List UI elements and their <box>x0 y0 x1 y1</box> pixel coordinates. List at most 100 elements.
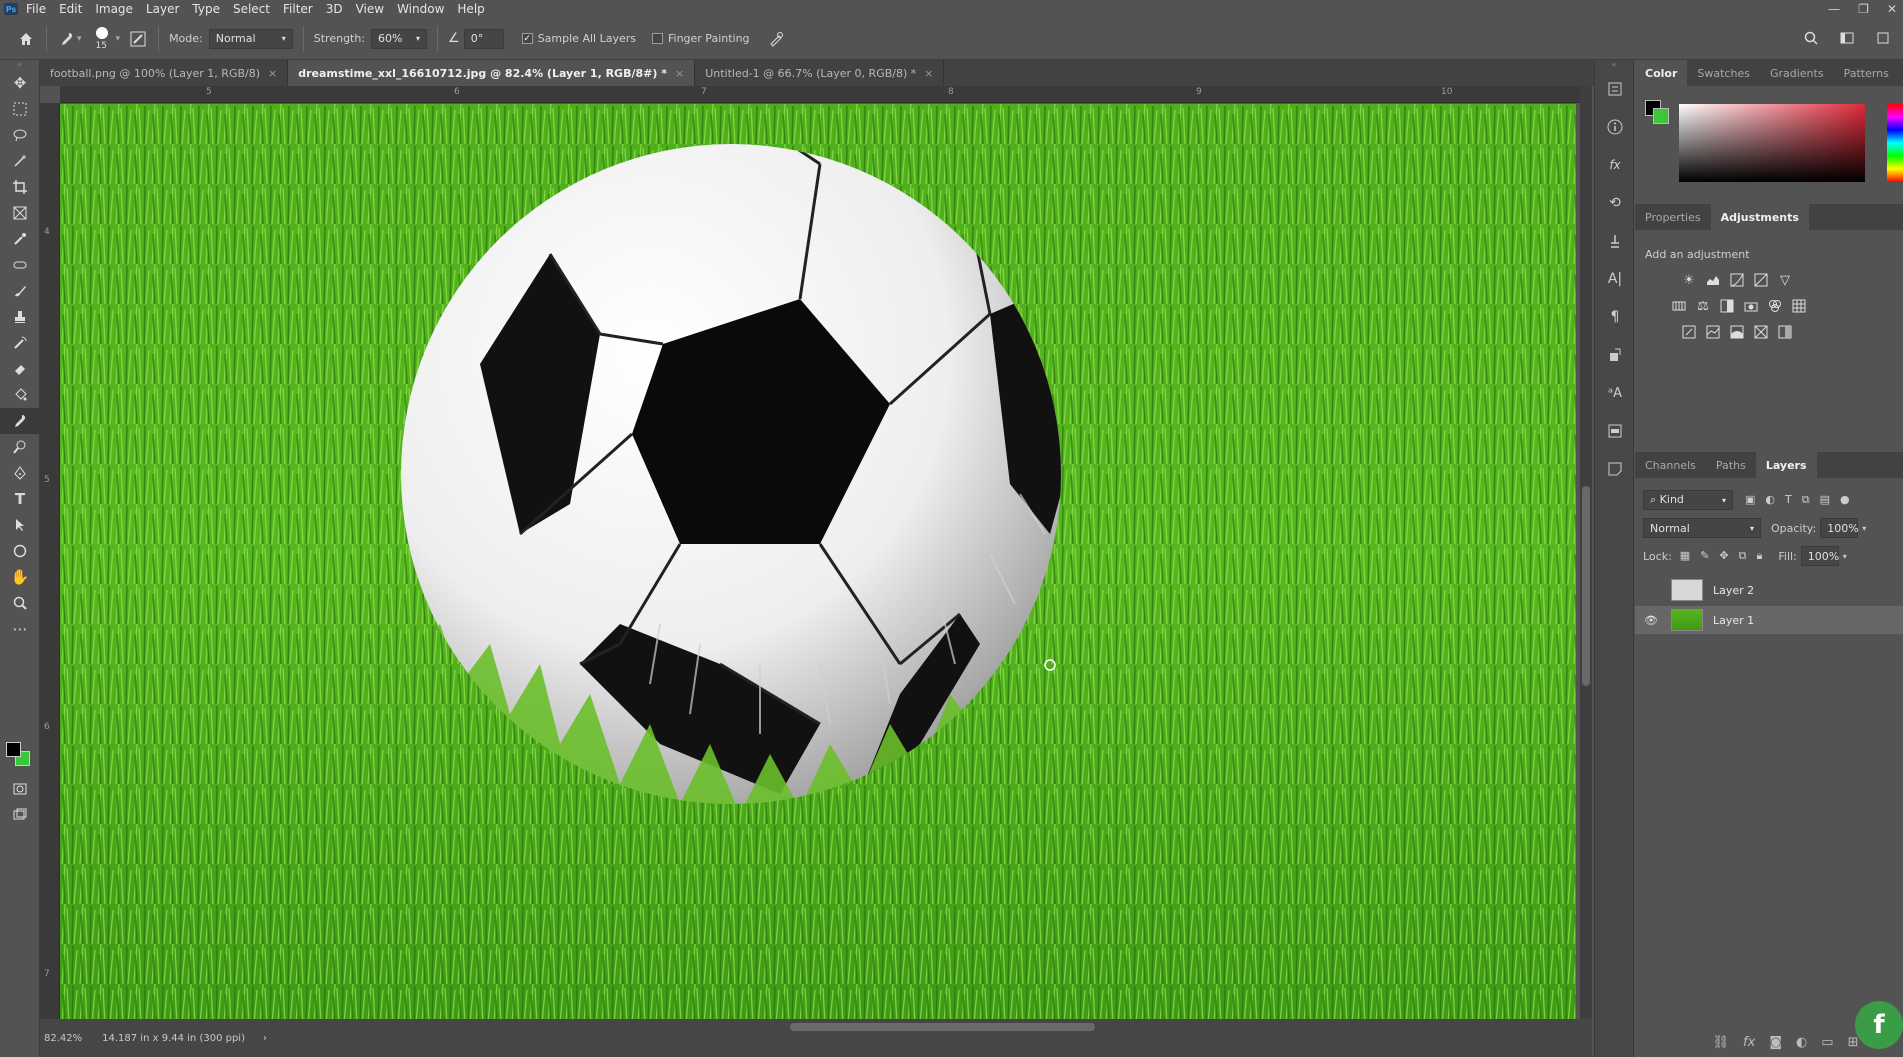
search-icon[interactable] <box>1801 28 1821 48</box>
home-icon[interactable] <box>16 29 36 49</box>
background-color-chip[interactable] <box>1653 108 1669 124</box>
lock-all-icon[interactable]: 🔒︎ <box>1757 549 1763 563</box>
chevron-down-icon[interactable]: ▾ <box>1843 552 1847 561</box>
blend-mode-select[interactable]: Normal ▾ <box>1643 518 1761 538</box>
navigator-panel-icon[interactable] <box>1595 412 1635 450</box>
tab-football[interactable]: football.png @ 100% (Layer 1, RGB/8) × <box>40 60 289 86</box>
chevron-down-icon[interactable]: ▾ <box>77 34 82 44</box>
filter-toggle-icon[interactable]: ● <box>1840 493 1850 507</box>
dock-collapse-icon[interactable]: « <box>1595 60 1633 70</box>
foreground-color-swatch[interactable] <box>6 742 21 757</box>
vertical-scrollbar[interactable] <box>1580 86 1592 1021</box>
invert-icon[interactable] <box>1681 324 1697 340</box>
hue-slider[interactable] <box>1887 104 1903 182</box>
close-tab-icon[interactable]: × <box>924 67 933 80</box>
angle-field[interactable]: 0° <box>463 28 504 49</box>
marquee-tool-icon[interactable] <box>0 96 40 122</box>
hue-saturation-icon[interactable] <box>1671 298 1687 314</box>
layer-row[interactable]: 👁︎ Layer 1 <box>1635 606 1903 634</box>
clone-stamp-tool-icon[interactable] <box>0 304 40 330</box>
type-tool-icon[interactable]: T <box>0 486 40 512</box>
smudge-tool-icon[interactable] <box>0 408 40 434</box>
fill-field[interactable]: 100% <box>1800 546 1839 566</box>
opacity-field[interactable]: 100% <box>1820 518 1859 538</box>
strength-field[interactable]: 60% ▾ <box>371 28 428 49</box>
pressure-icon[interactable] <box>766 29 786 49</box>
menu-edit[interactable]: Edit <box>59 2 82 16</box>
scrollbar-thumb[interactable] <box>1582 486 1590 686</box>
threshold-icon[interactable] <box>1729 324 1745 340</box>
lock-position-icon[interactable]: ✥ <box>1719 549 1728 563</box>
lasso-tool-icon[interactable] <box>0 122 40 148</box>
photo-filter-icon[interactable] <box>1743 298 1759 314</box>
brush-tool-icon[interactable] <box>0 278 40 304</box>
share-icon[interactable] <box>1873 28 1893 48</box>
color-lookup-icon[interactable] <box>1791 298 1807 314</box>
menu-view[interactable]: View <box>356 2 384 16</box>
chevron-down-icon[interactable]: ▾ <box>116 34 121 44</box>
move-tool-icon[interactable]: ✥ <box>0 70 40 96</box>
menu-type[interactable]: Type <box>192 2 220 16</box>
more-tools-icon[interactable]: ⋯ <box>0 616 40 642</box>
color-balance-icon[interactable]: ⚖ <box>1695 298 1711 314</box>
document-canvas[interactable] <box>60 104 1576 1019</box>
close-tab-icon[interactable]: × <box>675 67 684 80</box>
menu-help[interactable]: Help <box>457 2 484 16</box>
vibrance-icon[interactable]: ▽ <box>1777 272 1793 288</box>
toolbar-collapse-icon[interactable]: » <box>0 60 39 70</box>
tab-dreamstime[interactable]: dreamstime_xxl_16610712.jpg @ 82.4% (Lay… <box>288 60 696 86</box>
filter-pixel-icon[interactable]: ▣ <box>1745 493 1755 507</box>
link-layers-icon[interactable]: ⛓ <box>1713 1035 1730 1050</box>
layer-row[interactable]: Layer 2 <box>1635 576 1903 604</box>
zoom-tool-icon[interactable] <box>0 590 40 616</box>
tab-adjustments[interactable]: Adjustments <box>1710 204 1809 230</box>
brush-preset-picker[interactable]: 15 <box>90 24 114 54</box>
crop-tool-icon[interactable] <box>0 174 40 200</box>
libraries-panel-icon[interactable] <box>1595 222 1635 260</box>
workspace-icon[interactable] <box>1837 28 1857 48</box>
paint-bucket-tool-icon[interactable] <box>0 382 40 408</box>
menu-select[interactable]: Select <box>233 2 270 16</box>
pen-tool-icon[interactable] <box>0 460 40 486</box>
character-panel-icon[interactable]: A| <box>1595 260 1635 298</box>
menu-window[interactable]: Window <box>397 2 444 16</box>
tab-color[interactable]: Color <box>1635 60 1688 86</box>
styles-panel-icon[interactable]: fx <box>1595 146 1635 184</box>
finger-painting-checkbox[interactable] <box>651 33 663 44</box>
minimize-button[interactable]: — <box>1828 2 1840 16</box>
eyedropper-tool-icon[interactable] <box>0 226 40 252</box>
quick-mask-icon[interactable] <box>0 776 40 802</box>
brightness-contrast-icon[interactable]: ☀ <box>1681 272 1697 288</box>
filter-type-icon[interactable]: T <box>1785 493 1792 507</box>
tab-channels[interactable]: Channels <box>1635 452 1706 478</box>
curves-icon[interactable] <box>1729 272 1745 288</box>
tab-untitled[interactable]: Untitled-1 @ 66.7% (Layer 0, RGB/8) * × <box>695 60 945 86</box>
new-adjustment-layer-icon[interactable]: ◐ <box>1796 1035 1807 1050</box>
new-group-icon[interactable]: ▭ <box>1821 1035 1833 1050</box>
channel-mixer-icon[interactable] <box>1767 298 1783 314</box>
gradient-map-icon[interactable] <box>1777 324 1793 340</box>
menu-file[interactable]: File <box>26 2 46 16</box>
tab-paths[interactable]: Paths <box>1706 452 1756 478</box>
magic-wand-tool-icon[interactable] <box>0 148 40 174</box>
levels-icon[interactable] <box>1705 272 1721 288</box>
menu-3d[interactable]: 3D <box>326 2 343 16</box>
horizontal-scrollbar-thumb[interactable] <box>790 1023 1095 1031</box>
filter-shape-icon[interactable]: ⧉ <box>1802 493 1810 507</box>
menu-layer[interactable]: Layer <box>146 2 179 16</box>
layer-filter-kind-select[interactable]: ⌕ Kind ▾ <box>1643 490 1733 510</box>
eraser-tool-icon[interactable] <box>0 356 40 382</box>
tab-swatches[interactable]: Swatches <box>1687 60 1760 86</box>
tab-properties[interactable]: Properties <box>1635 204 1711 230</box>
paragraph-panel-icon[interactable]: ¶ <box>1595 298 1635 336</box>
tab-patterns[interactable]: Patterns <box>1834 60 1899 86</box>
exposure-icon[interactable] <box>1753 272 1769 288</box>
screen-mode-icon[interactable] <box>0 802 40 828</box>
eye-icon[interactable]: 👁︎ <box>1641 614 1661 627</box>
new-layer-icon[interactable]: ⊞ <box>1848 1035 1859 1050</box>
sample-all-layers-checkbox[interactable]: ✓ <box>521 33 533 44</box>
add-mask-icon[interactable]: ◙ <box>1769 1035 1782 1050</box>
posterize-icon[interactable] <box>1705 324 1721 340</box>
brush-settings-icon[interactable] <box>128 29 148 49</box>
lock-image-icon[interactable]: ✎ <box>1700 549 1709 563</box>
